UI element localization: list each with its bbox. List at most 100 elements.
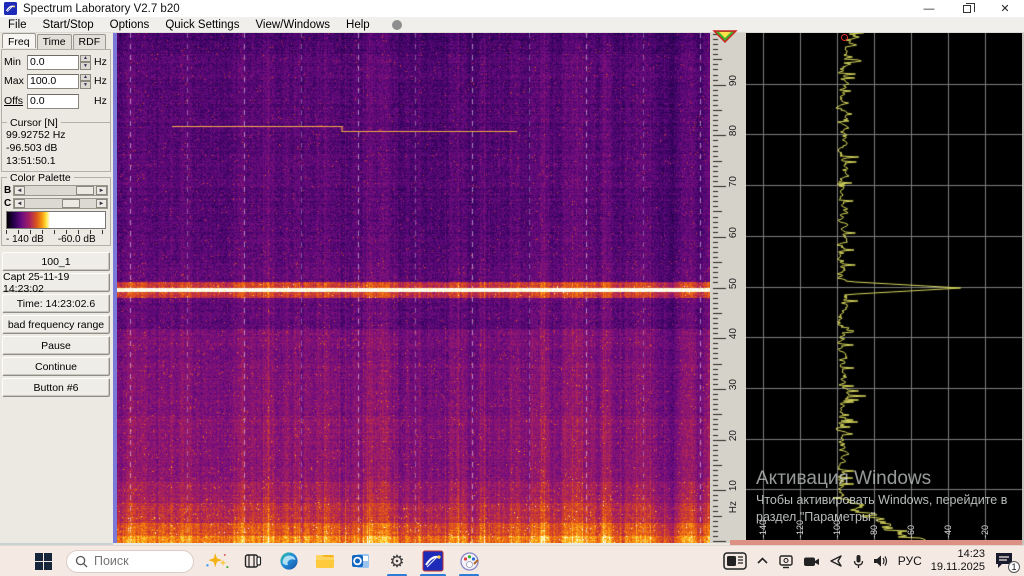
button-pause[interactable]: Pause	[2, 336, 110, 355]
scroll-marker-top-icon	[710, 30, 740, 43]
arrow-right-icon[interactable]: ►	[96, 199, 107, 208]
tray-cast-button[interactable]	[829, 554, 844, 568]
cursor-time: 13:51:50.1	[2, 155, 110, 168]
tray-display-button[interactable]	[778, 554, 794, 569]
close-button[interactable]: ✕	[986, 0, 1024, 17]
settings-button[interactable]: ⚙	[384, 548, 410, 574]
outlook-button[interactable]	[348, 548, 374, 574]
minimize-button[interactable]: —	[910, 0, 948, 17]
min-freq-input[interactable]	[27, 55, 79, 70]
menu-start-stop[interactable]: Start/Stop	[35, 18, 102, 32]
menu-view-windows[interactable]: View/Windows	[247, 18, 338, 32]
button-100-1[interactable]: 100_1	[2, 252, 110, 271]
offs-label[interactable]: Offs	[4, 95, 27, 107]
color-palette-group: Color Palette B ◄ ► C ◄ ► - 1	[1, 177, 111, 246]
arrow-right-icon[interactable]: ►	[96, 186, 107, 195]
contrast-label: C	[4, 198, 13, 209]
volume-icon	[873, 554, 889, 568]
spin-up-icon[interactable]: ▲	[80, 55, 91, 63]
cursor-group: Cursor [N] 99.92752 Hz -96.503 dB 13:51:…	[1, 122, 111, 172]
tray-camera-button[interactable]	[803, 555, 820, 568]
button-capture[interactable]: Capt 25-11-19 14:23:02	[2, 273, 110, 292]
contrast-slider[interactable]: ◄ ►	[13, 198, 108, 209]
ruler-tick-label: 30	[728, 379, 739, 390]
ruler-tick-label: 50	[728, 278, 739, 289]
tab-time[interactable]: Time	[37, 34, 72, 49]
waterfall-spectrogram[interactable]	[117, 33, 710, 543]
min-unit: Hz	[94, 56, 107, 68]
palette-min-db: - 140 dB	[6, 234, 44, 245]
restore-button[interactable]	[948, 0, 986, 17]
edge-button[interactable]	[276, 548, 302, 574]
taskbar: ⚙	[0, 545, 1024, 576]
language-indicator[interactable]: РУС	[898, 554, 922, 568]
max-unit: Hz	[94, 75, 107, 87]
app-icon	[4, 2, 17, 15]
cursor-level: -96.503 dB	[2, 142, 110, 155]
menu-options[interactable]: Options	[102, 18, 158, 32]
search-input[interactable]	[94, 554, 174, 568]
tab-freq[interactable]: Freq	[2, 33, 36, 48]
cursor-frequency: 99.92752 Hz	[2, 129, 110, 142]
frequency-ruler[interactable]: 908070605040302010Hz	[710, 33, 746, 543]
tray-microphone-button[interactable]	[853, 554, 864, 569]
tab-rdf[interactable]: RDF	[73, 34, 107, 49]
button-6[interactable]: Button #6	[2, 378, 110, 397]
taskbar-clock[interactable]: 14:23 19.11.2025	[931, 548, 985, 574]
offs-unit: Hz	[94, 95, 107, 107]
hidden-icons-button[interactable]	[756, 556, 769, 566]
menu-quick-settings[interactable]: Quick Settings	[157, 18, 247, 32]
ruler-tick-label: 80	[728, 125, 739, 136]
db-tick-label: -60	[906, 525, 916, 538]
spin-down-icon[interactable]: ▼	[80, 62, 91, 70]
search-icon	[75, 555, 88, 568]
menu-help[interactable]: Help	[338, 18, 378, 32]
gear-icon: ⚙	[389, 553, 404, 570]
paint-icon	[459, 551, 480, 572]
db-tick-label: -20	[980, 525, 990, 538]
slider-thumb[interactable]	[62, 199, 80, 208]
spectrum-graph-panel: -140-120-100-80-60-40-20 Активация Windo…	[746, 33, 1024, 540]
spin-down-icon[interactable]: ▼	[80, 81, 91, 89]
clock-date: 19.11.2025	[931, 561, 985, 574]
spectrum-graph[interactable]	[746, 33, 1022, 540]
widgets-button[interactable]	[723, 552, 747, 570]
menu-file[interactable]: File	[0, 18, 35, 32]
programmable-buttons: 100_1 Capt 25-11-19 14:23:02 Time: 14:23…	[2, 252, 110, 399]
start-button[interactable]	[30, 548, 56, 574]
spin-up-icon[interactable]: ▲	[80, 74, 91, 82]
ruler-tick-label: 20	[728, 430, 739, 441]
clock-time: 14:23	[931, 548, 985, 561]
spectrum-lab-button[interactable]	[420, 548, 446, 574]
ruler-tick-label: 10	[728, 480, 739, 491]
cast-arrow-icon	[829, 554, 844, 568]
button-time[interactable]: Time: 14:23:02.6	[2, 294, 110, 313]
palette-gradient	[6, 211, 106, 229]
slider-thumb[interactable]	[76, 186, 94, 195]
task-view-icon	[244, 552, 262, 570]
control-sidebar: Freq Time RDF Min ▲▼ Hz Max ▲▼ Hz Offs H…	[0, 33, 113, 545]
brightness-slider[interactable]: ◄ ►	[13, 185, 108, 196]
taskbar-search[interactable]	[66, 550, 194, 573]
min-spinner[interactable]: ▲▼	[80, 55, 91, 70]
copilot-sparkles-icon[interactable]	[204, 548, 230, 574]
peak-marker-icon	[841, 34, 848, 41]
menu-bar: File Start/Stop Options Quick Settings V…	[0, 18, 1024, 33]
arrow-left-icon[interactable]: ◄	[14, 199, 25, 208]
ruler-tick-label: 60	[728, 227, 739, 238]
notification-center-button[interactable]: 1	[994, 551, 1016, 571]
display-sync-icon	[778, 554, 794, 569]
max-spinner[interactable]: ▲▼	[80, 74, 91, 89]
brightness-label: B	[4, 185, 13, 196]
arrow-left-icon[interactable]: ◄	[14, 186, 25, 195]
offs-input[interactable]	[27, 94, 79, 109]
task-view-button[interactable]	[240, 548, 266, 574]
title-bar: Spectrum Laboratory V2.7 b20 — ✕	[0, 0, 1024, 18]
tray-volume-button[interactable]	[873, 554, 889, 568]
camera-icon	[803, 555, 820, 568]
file-explorer-button[interactable]	[312, 548, 338, 574]
paint-button[interactable]	[456, 548, 482, 574]
button-continue[interactable]: Continue	[2, 357, 110, 376]
button-bad-frequency-range[interactable]: bad frequency range	[2, 315, 110, 334]
max-freq-input[interactable]	[27, 74, 79, 89]
